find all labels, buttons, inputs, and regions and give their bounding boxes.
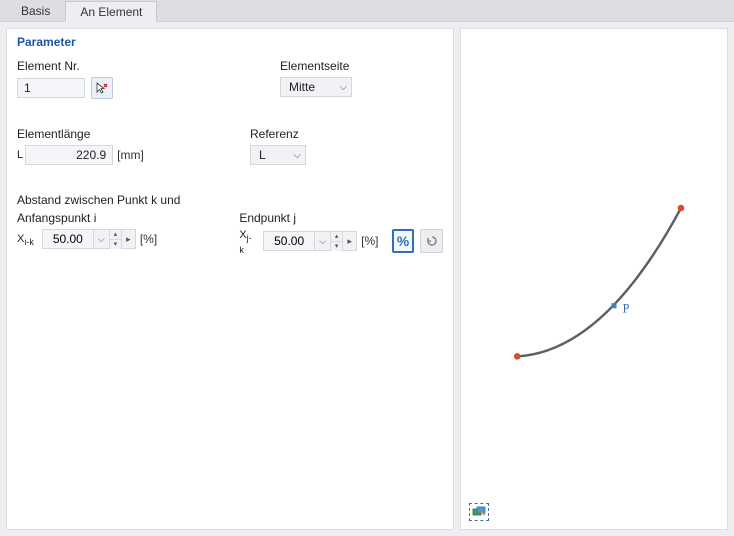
section-title: Parameter	[17, 35, 443, 59]
curve-preview: P	[461, 29, 727, 536]
endpunkt-label: Endpunkt j	[239, 211, 443, 225]
tab-basis[interactable]: Basis	[6, 0, 65, 21]
length-value	[25, 145, 113, 165]
chevron-down-icon: ⌵	[339, 82, 347, 93]
xi-step-down[interactable]: ▾	[110, 240, 121, 249]
preview-toggle-button[interactable]	[469, 503, 489, 521]
anfangspunkt-label: Anfangspunkt i	[17, 211, 199, 225]
xj-value-input[interactable]	[263, 231, 315, 251]
length-unit: [mm]	[117, 148, 144, 162]
xi-symbol: Xi-k	[17, 233, 34, 245]
xi-unit: [%]	[140, 232, 157, 246]
length-symbol: L	[17, 149, 23, 161]
xj-dropdown-button[interactable]: ⌵	[315, 231, 331, 251]
xi-step-up[interactable]: ▴	[110, 230, 121, 240]
reset-button[interactable]	[420, 229, 443, 253]
elementseite-select[interactable]: Mitte ⌵	[280, 77, 352, 97]
undo-icon	[425, 234, 439, 248]
elementseite-label: Elementseite	[280, 59, 443, 73]
preview-panel: P	[460, 28, 728, 530]
parameter-panel: Parameter Element Nr.	[6, 28, 454, 530]
referenz-value: L	[259, 148, 266, 162]
distance-header: Abstand zwischen Punkt k und	[17, 193, 443, 207]
layers-icon	[472, 506, 486, 518]
elementseite-value: Mitte	[289, 80, 315, 94]
referenz-select[interactable]: L ⌵	[250, 145, 306, 165]
xi-step-forward[interactable]: ▸	[122, 229, 136, 249]
xj-symbol: Xj-k	[239, 229, 255, 253]
xj-step-up[interactable]: ▴	[331, 232, 342, 242]
tab-an-element[interactable]: An Element	[65, 1, 157, 22]
xj-step-forward[interactable]: ▸	[343, 231, 357, 251]
percent-toggle-button[interactable]: %	[392, 229, 415, 253]
element-nr-label: Element Nr.	[17, 59, 180, 73]
chevron-down-icon: ⌵	[293, 150, 301, 161]
tab-bar: Basis An Element	[0, 0, 734, 22]
referenz-label: Referenz	[250, 127, 443, 141]
xj-step-down[interactable]: ▾	[331, 242, 342, 251]
element-nr-input[interactable]	[17, 78, 85, 98]
pick-element-button[interactable]	[91, 77, 113, 99]
xj-unit: [%]	[361, 234, 378, 248]
xi-value-input[interactable]	[42, 229, 94, 249]
point-p-label: P	[623, 301, 630, 315]
pick-cursor-icon	[95, 81, 109, 95]
length-label: Elementlänge	[17, 127, 210, 141]
xi-dropdown-button[interactable]: ⌵	[94, 229, 110, 249]
